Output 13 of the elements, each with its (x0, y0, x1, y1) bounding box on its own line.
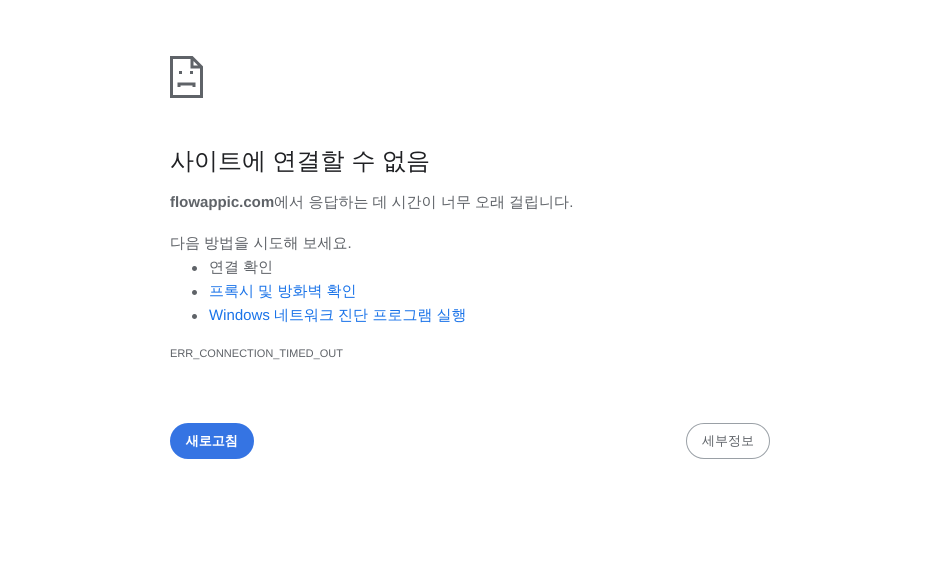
error-title: 사이트에 연결할 수 없음 (170, 147, 432, 177)
bullet-icon (192, 290, 197, 294)
suggestion-text: 연결 확인 (209, 258, 274, 278)
sad-page-icon (170, 56, 203, 98)
bullet-icon (192, 314, 197, 318)
reload-button[interactable]: 새로고침 (170, 422, 254, 458)
bullet-icon (192, 266, 197, 270)
error-code: ERR_CONNECTION_TIMED_OUT (170, 347, 344, 362)
suggestions-heading: 다음 방법을 시도해 보세요. (170, 234, 353, 254)
error-message: flowappic.com에서 응답하는 데 시간이 너무 오래 걸립니다. (170, 193, 574, 213)
details-button[interactable]: 세부정보 (686, 422, 770, 458)
suggestion-link[interactable]: Windows 네트워크 진단 프로그램 실행 (209, 304, 467, 328)
suggestion-link[interactable]: 프록시 및 방화벽 확인 (209, 280, 357, 304)
